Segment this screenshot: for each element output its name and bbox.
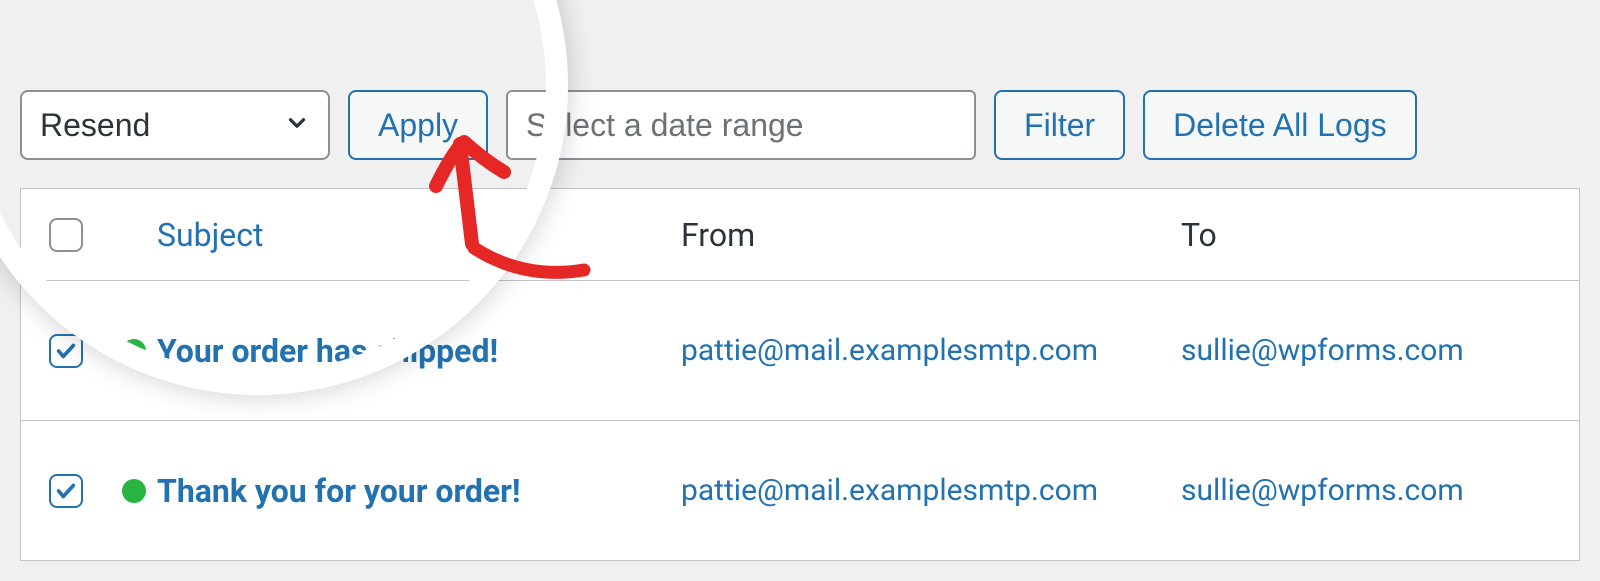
row-checkbox[interactable] — [49, 334, 83, 368]
status-dot-icon — [122, 339, 146, 363]
date-range-input[interactable] — [506, 90, 976, 160]
bulk-action-select-wrap: Resend — [20, 90, 330, 160]
table-header-row: Subject From To — [21, 189, 1579, 281]
delete-all-logs-button[interactable]: Delete All Logs — [1143, 90, 1416, 160]
table-row: Thank you for your order! pattie@mail.ex… — [21, 421, 1579, 561]
column-header-from: From — [681, 216, 755, 254]
subject-link[interactable]: Your order has shipped! — [157, 332, 498, 370]
to-email-link[interactable]: sullie@wpforms.com — [1181, 473, 1464, 508]
column-header-subject[interactable]: Subject — [157, 216, 263, 254]
apply-button[interactable]: Apply — [348, 90, 488, 160]
status-dot-icon — [122, 479, 146, 503]
to-email-link[interactable]: sullie@wpforms.com — [1181, 333, 1464, 368]
column-header-to: To — [1181, 216, 1217, 254]
filter-button[interactable]: Filter — [994, 90, 1125, 160]
subject-link[interactable]: Thank you for your order! — [157, 472, 521, 510]
select-all-checkbox[interactable] — [49, 218, 83, 252]
from-email-link[interactable]: pattie@mail.examplesmtp.com — [681, 333, 1098, 368]
email-log-table: Subject From To Your order has shipped! … — [20, 188, 1580, 561]
bulk-action-select[interactable]: Resend — [20, 90, 330, 160]
toolbar: Resend Apply Filter Delete All Logs — [0, 0, 1600, 160]
from-email-link[interactable]: pattie@mail.examplesmtp.com — [681, 473, 1098, 508]
table-row: Your order has shipped! pattie@mail.exam… — [21, 281, 1579, 421]
row-checkbox[interactable] — [49, 474, 83, 508]
